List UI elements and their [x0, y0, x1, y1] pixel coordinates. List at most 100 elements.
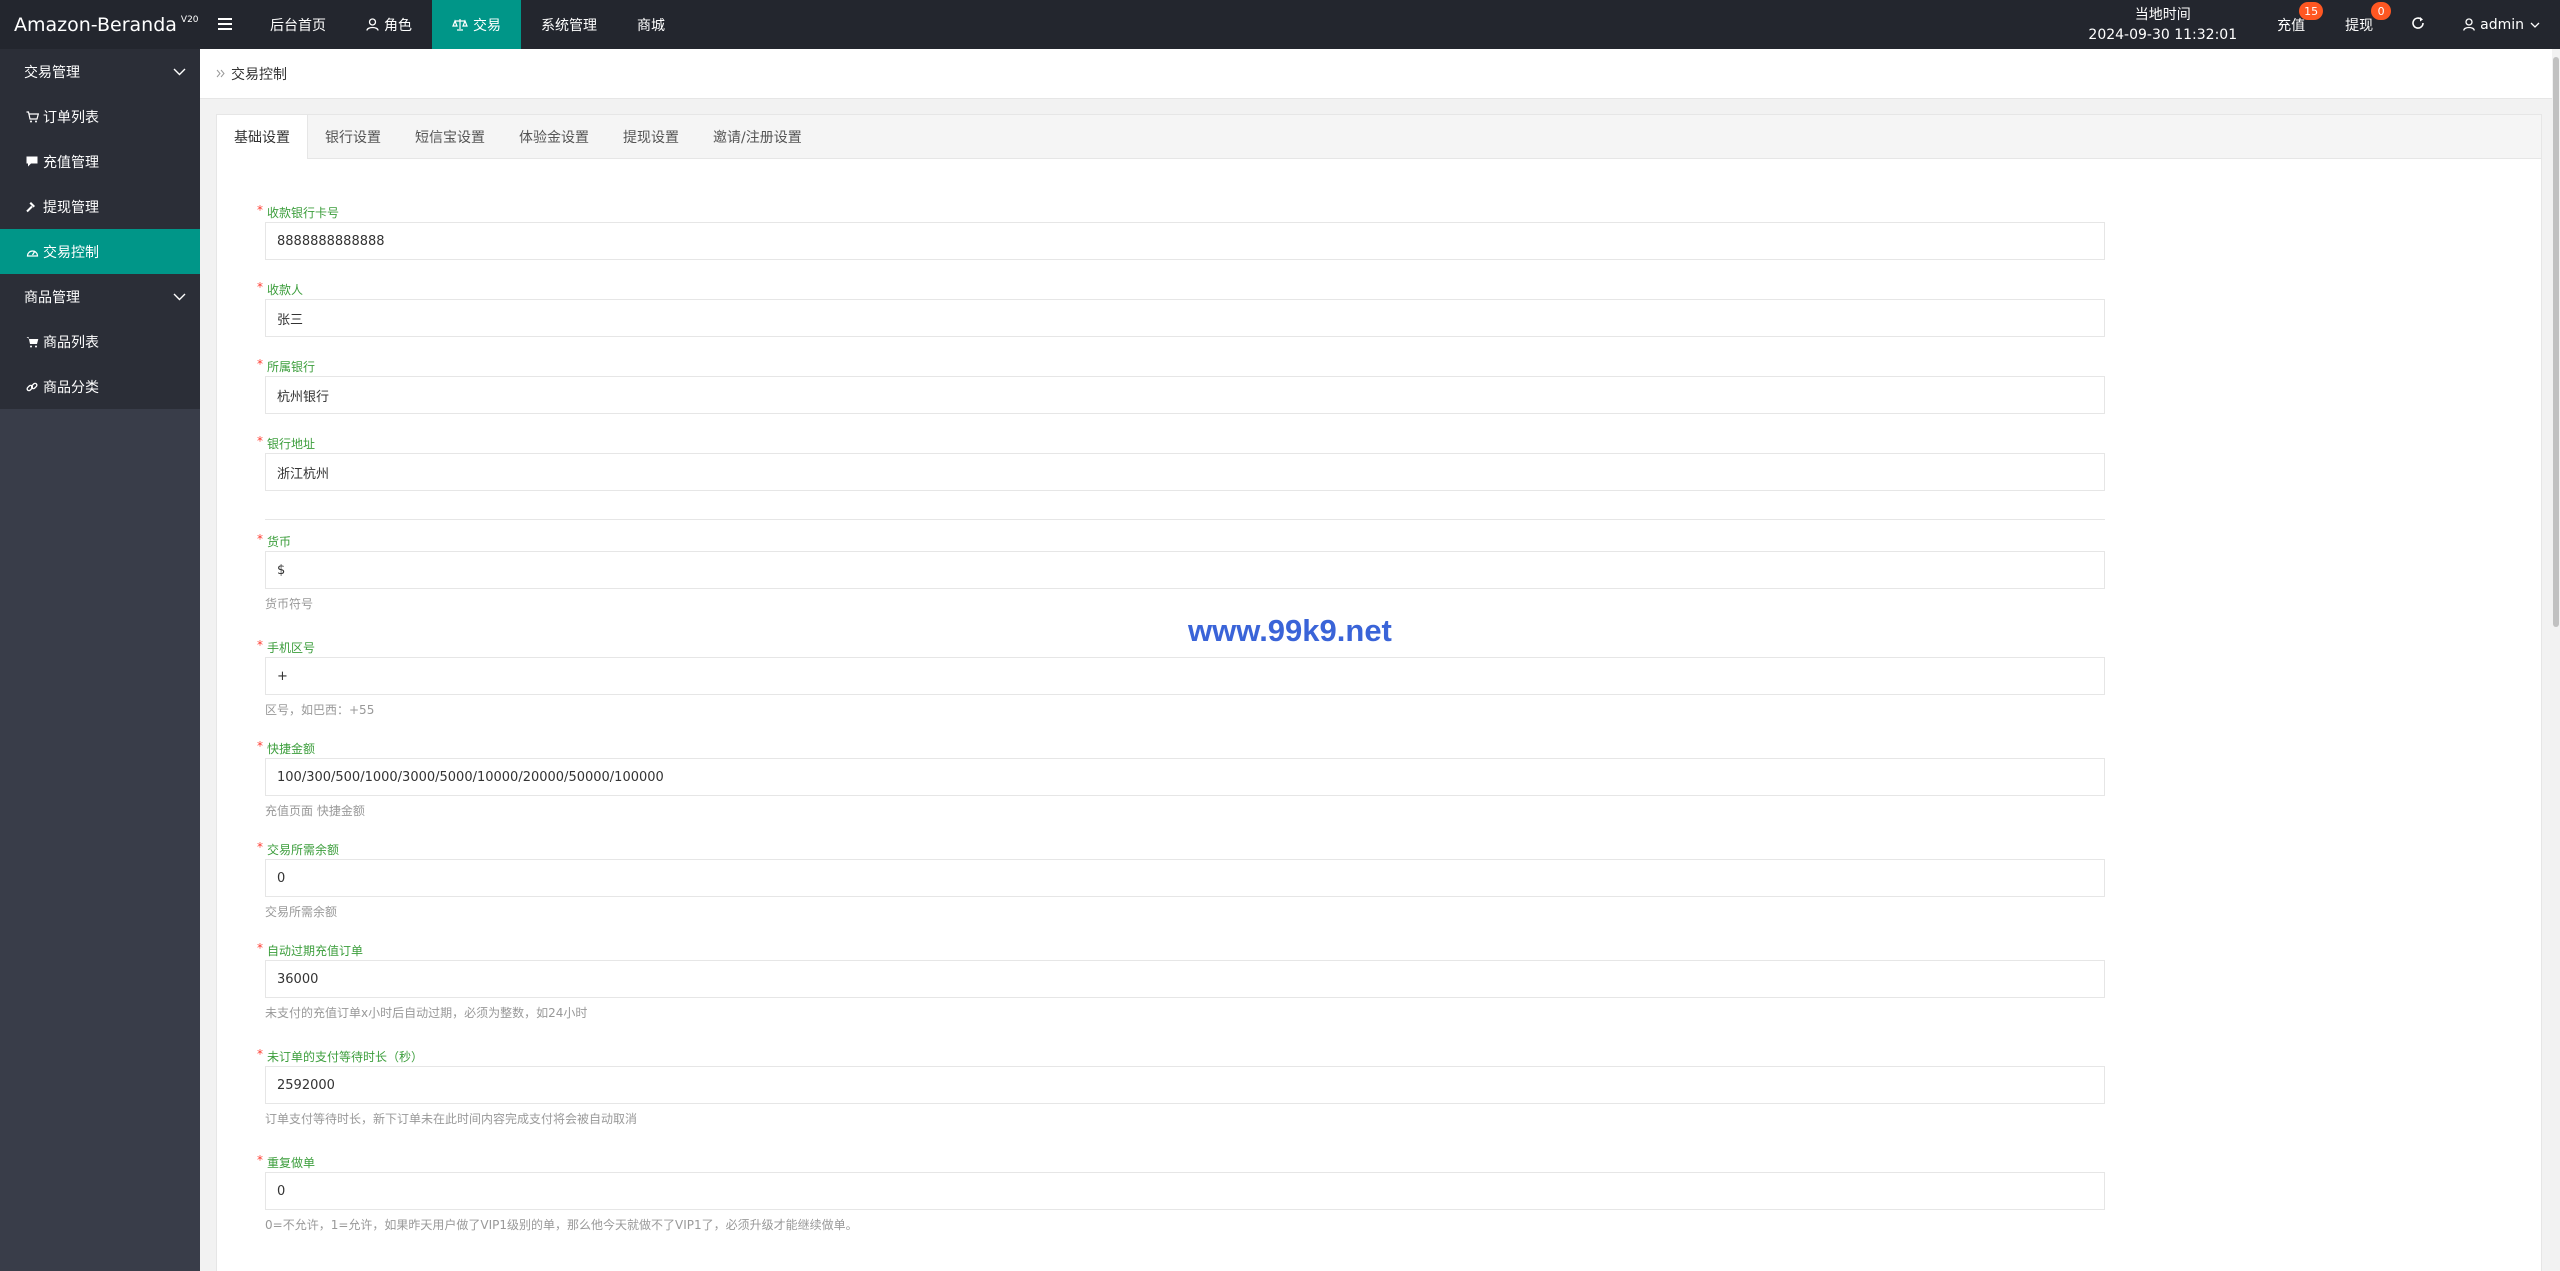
field-hint: 未支付的充值订单x小时后自动过期，必须为整数，如24小时	[265, 1006, 588, 1020]
header-right: 当地时间 2024-09-30 11:32:01 充值 15 提现 0 admi…	[2068, 0, 2560, 49]
required-mark: *	[257, 941, 263, 955]
nav-trade-label: 交易	[473, 17, 501, 34]
comment-icon	[25, 156, 39, 167]
payee-input[interactable]	[265, 299, 2105, 337]
currency-input[interactable]	[265, 551, 2105, 589]
sidebar-group-label: 商品管理	[24, 289, 80, 306]
refresh-button[interactable]	[2393, 0, 2443, 49]
field-label: * 手机区号	[257, 638, 316, 656]
user-icon	[2463, 18, 2475, 31]
nav-mall-label: 商城	[637, 17, 665, 34]
tab-label: 邀请/注册设置	[713, 129, 802, 146]
required-mark: *	[257, 840, 263, 854]
hammer-icon	[25, 201, 39, 213]
phone-area-code-input[interactable]	[265, 657, 2105, 695]
field-label: * 收款银行卡号	[257, 203, 340, 221]
sidebar-item-orders[interactable]: 订单列表	[0, 94, 200, 139]
withdraw-badge: 0	[2371, 2, 2392, 20]
quick-amounts-input[interactable]	[265, 758, 2105, 796]
required-balance-input[interactable]	[265, 859, 2105, 897]
main-content: 交易控制 基础设置 银行设置 短信宝设置 体验金设置 提现设置 邀请/注册设置 …	[200, 49, 2560, 1271]
field-label: * 银行地址	[257, 434, 316, 452]
top-nav: 后台首页 角色 交易 系统管理 商城	[200, 0, 685, 49]
tab-sms[interactable]: 短信宝设置	[398, 115, 502, 158]
field-label: * 快捷金额	[257, 739, 316, 757]
tab-withdraw[interactable]: 提现设置	[606, 115, 696, 158]
tab-bank[interactable]: 银行设置	[308, 115, 398, 158]
user-menu[interactable]: admin	[2443, 0, 2560, 49]
sidebar-item-label: 订单列表	[43, 109, 99, 126]
app-logo[interactable]: Amazon-Beranda V20	[0, 0, 200, 49]
nav-system-label: 系统管理	[541, 17, 597, 34]
scale-icon	[452, 18, 468, 31]
cart-icon	[25, 110, 39, 123]
field-label-text: 收款银行卡号	[267, 206, 340, 220]
sidebar-item-label: 商品分类	[43, 379, 99, 396]
sidebar-group-trade[interactable]: 交易管理	[0, 49, 200, 94]
withdraw-label: 提现	[2345, 17, 2374, 34]
field-label-text: 所属银行	[267, 360, 316, 374]
nav-home-label: 后台首页	[270, 17, 326, 34]
divider	[265, 519, 2105, 520]
chevron-up-icon	[173, 293, 186, 301]
nav-trade[interactable]: 交易	[432, 0, 521, 49]
tab-basic[interactable]: 基础设置	[217, 115, 308, 159]
tab-label: 体验金设置	[519, 129, 589, 146]
field-hint: 货币符号	[265, 597, 314, 611]
nav-role-label: 角色	[384, 17, 412, 34]
logo-version: V20	[180, 14, 199, 25]
field-label-text: 快捷金额	[267, 742, 316, 756]
nav-role[interactable]: 角色	[346, 0, 432, 49]
required-mark: *	[257, 1047, 263, 1061]
required-mark: *	[257, 1153, 263, 1167]
sidebar-item-trade-control[interactable]: 交易控制	[0, 229, 200, 274]
sidebar-item-goods-list[interactable]: 商品列表	[0, 319, 200, 364]
bank-address-input[interactable]	[265, 453, 2105, 491]
field-label: * 货币	[257, 532, 292, 550]
sidebar-item-label: 交易控制	[43, 244, 99, 261]
required-mark: *	[257, 357, 263, 371]
settings-tabs: 基础设置 银行设置 短信宝设置 体验金设置 提现设置 邀请/注册设置	[217, 115, 2541, 159]
nav-mall[interactable]: 商城	[617, 0, 685, 49]
logo-text: Amazon-Beranda	[14, 13, 177, 36]
tab-trial-fund[interactable]: 体验金设置	[502, 115, 606, 158]
nav-home[interactable]: 后台首页	[250, 0, 346, 49]
sidebar-item-recharge[interactable]: 充值管理	[0, 139, 200, 184]
scrollbar-thumb[interactable]	[2553, 57, 2559, 627]
bank-name-input[interactable]	[265, 376, 2105, 414]
chevron-up-icon	[173, 68, 186, 76]
nav-system[interactable]: 系统管理	[521, 0, 617, 49]
tab-invite-register[interactable]: 邀请/注册设置	[696, 115, 819, 158]
auto-expire-order-input[interactable]	[265, 960, 2105, 998]
field-hint: 区号，如巴西：+55	[265, 703, 375, 717]
hamburger-icon	[218, 15, 232, 34]
field-label-text: 手机区号	[267, 641, 316, 655]
field-label-text: 银行地址	[267, 437, 316, 451]
withdraw-link[interactable]: 提现 0	[2325, 0, 2393, 49]
field-label-text: 重复做单	[267, 1156, 316, 1170]
field-label: * 自动过期充值订单	[257, 941, 363, 959]
required-mark: *	[257, 280, 263, 294]
menu-toggle-button[interactable]	[200, 0, 250, 49]
sidebar-group-goods[interactable]: 商品管理	[0, 274, 200, 319]
field-label-text: 未订单的支付等待时长（秒）	[267, 1050, 424, 1064]
watermark: www.99k9.net	[1188, 613, 1392, 648]
breadcrumb: 交易控制	[200, 49, 2558, 99]
field-label: * 重复做单	[257, 1153, 316, 1171]
tab-label: 基础设置	[234, 130, 290, 146]
payment-wait-duration-input[interactable]	[265, 1066, 2105, 1104]
recharge-link[interactable]: 充值 15	[2257, 0, 2325, 49]
sidebar-item-goods-category[interactable]: 商品分类	[0, 364, 200, 409]
local-time-label: 当地时间	[2134, 6, 2191, 23]
field-hint: 交易所需余额	[265, 905, 338, 919]
refresh-icon	[2411, 16, 2425, 34]
scrollbar[interactable]	[2552, 49, 2560, 1271]
sidebar: 交易管理 订单列表 充值管理 提现管理 交易控制 商品管理 商品列表 商品分类	[0, 49, 200, 1271]
field-hint: 0=不允许，1=允许，如果昨天用户做了VIP1级别的单，那么他今天就做不了VIP…	[265, 1218, 858, 1232]
username: admin	[2480, 16, 2524, 33]
field-label-text: 货币	[267, 535, 292, 549]
double-chevron-right-icon	[216, 67, 225, 81]
sidebar-item-withdraw[interactable]: 提现管理	[0, 184, 200, 229]
receiving-card-number-input[interactable]	[265, 222, 2105, 260]
repeat-order-input[interactable]	[265, 1172, 2105, 1210]
